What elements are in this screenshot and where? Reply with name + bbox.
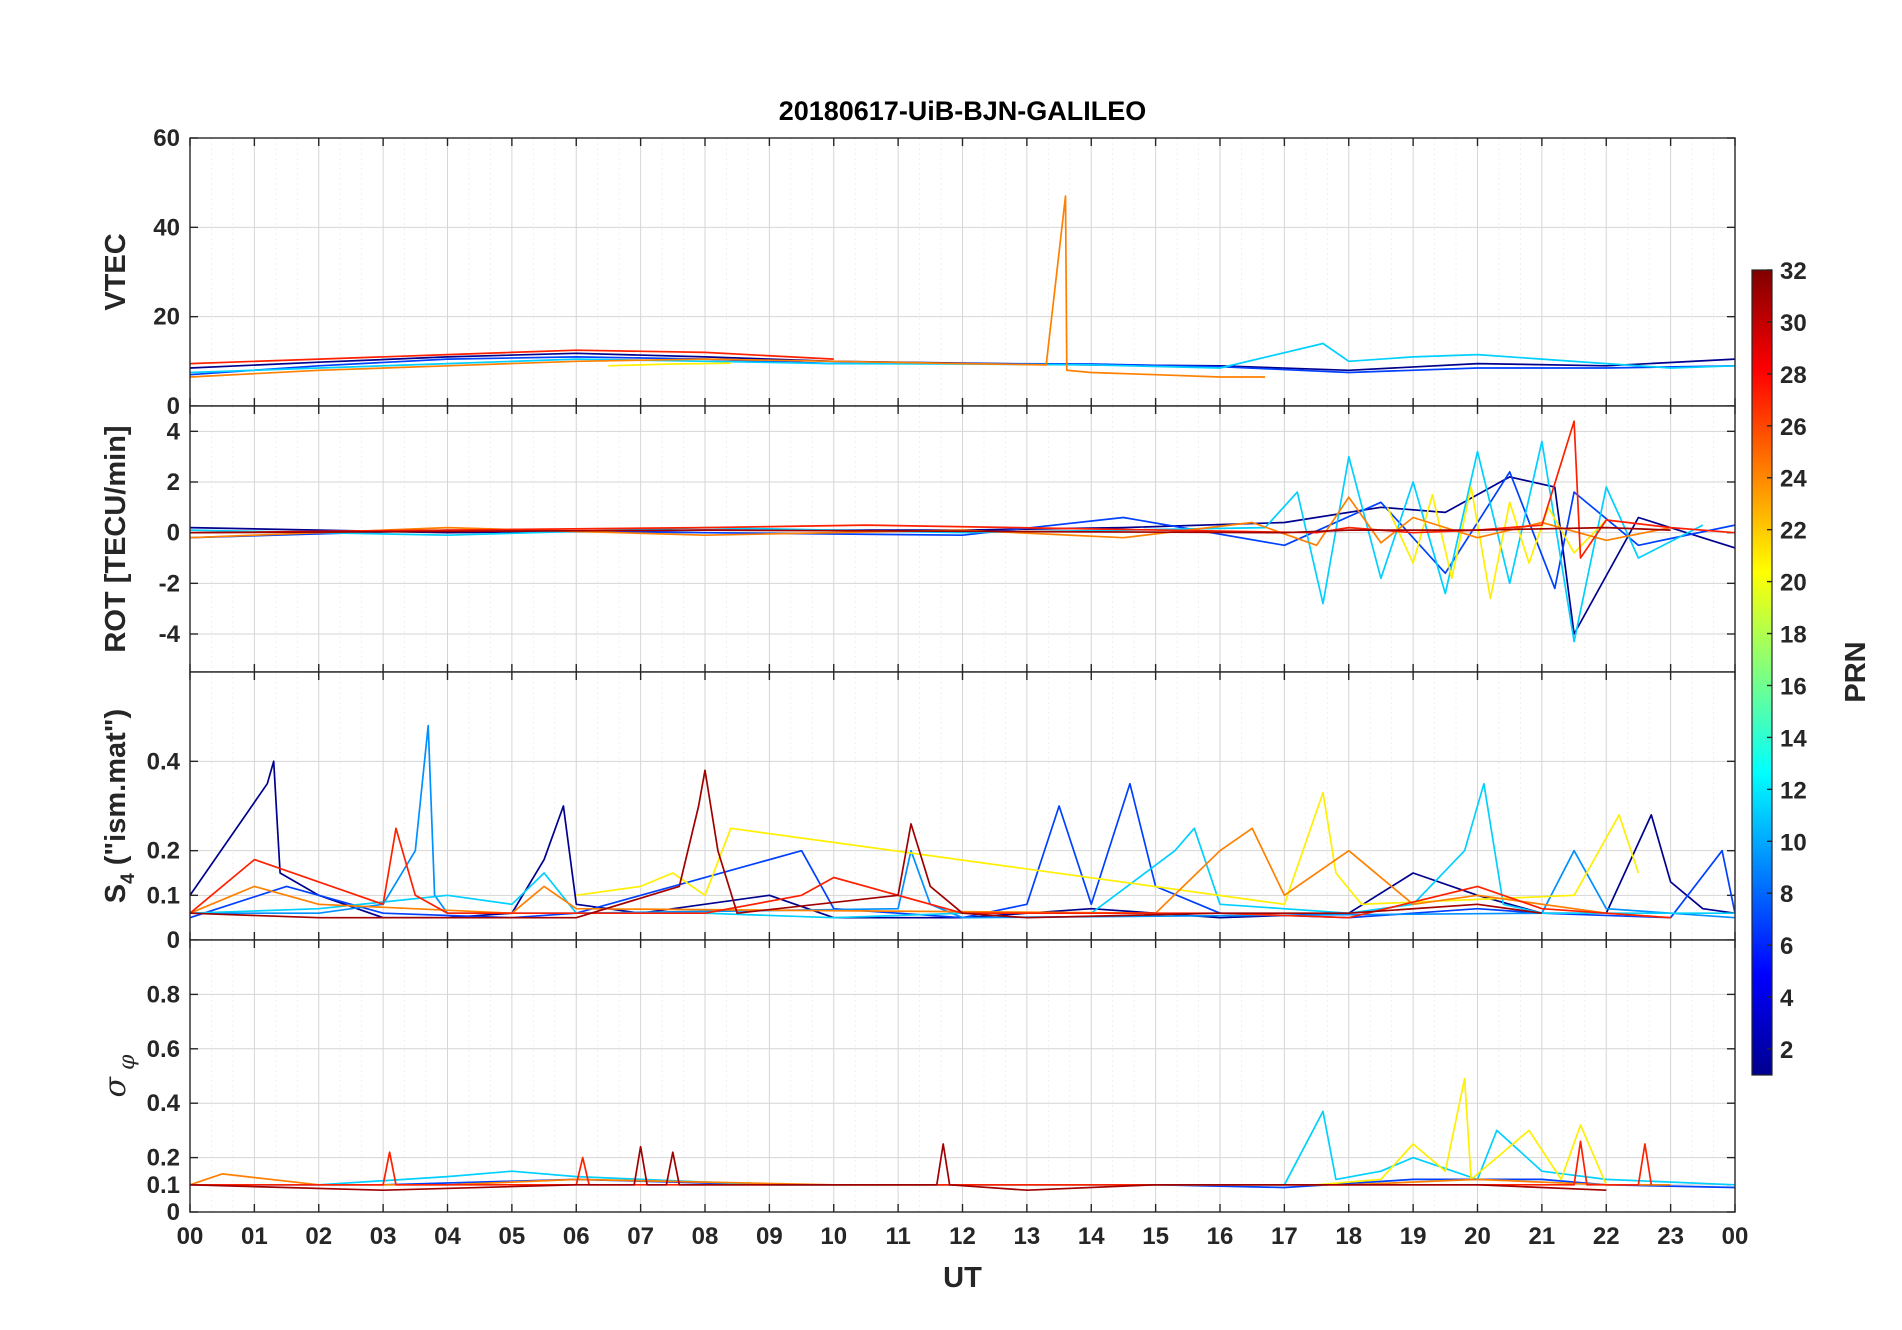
y-tick-label: 0.1 [147,882,180,909]
y-tick-label: 0.6 [147,1036,180,1063]
x-tick-label: 02 [305,1223,332,1250]
x-tick-label: 13 [1014,1223,1041,1250]
x-tick-label: 18 [1335,1223,1362,1250]
x-tick-label: 14 [1078,1223,1105,1250]
y-tick-label: -4 [159,621,181,648]
y-tick-label: -2 [159,570,180,597]
colorbar-tick-label: 4 [1780,985,1794,1012]
colorbar-tick-label: 2 [1780,1037,1793,1064]
y-tick-label: 2 [167,469,180,496]
x-tick-label: 23 [1657,1223,1684,1250]
x-tick-label: 15 [1142,1223,1169,1250]
y-axis-label: ROT [TECU/min] [100,425,132,652]
x-tick-label: 04 [434,1223,461,1250]
colorbar-tick-label: 16 [1780,673,1807,700]
y-tick-label: 0.4 [147,1090,181,1117]
x-tick-label: 19 [1400,1223,1427,1250]
x-tick-label: 21 [1529,1223,1556,1250]
colorbar-tick-label: 12 [1780,777,1807,804]
y-tick-label: 0.2 [147,838,180,865]
chart-title: 20180617-UiB-BJN-GALILEO [779,96,1147,126]
colorbar-tick-label: 32 [1780,258,1807,285]
colorbar-tick-label: 26 [1780,414,1807,441]
colorbar-tick-label: 6 [1780,933,1793,960]
y-tick-label: 4 [167,418,181,445]
colorbar-tick-label: 14 [1780,725,1807,752]
x-tick-label: 10 [820,1223,847,1250]
y-tick-labels: 00.10.2 0.4 0.6 0.8 [147,981,181,1226]
colorbar-tick-label: 20 [1780,570,1807,597]
x-tick-label: 09 [756,1223,783,1250]
y-tick-label: 0 [167,1199,180,1226]
panel-rot: -4 -2 0 2 4 ROT [TECU/min] [100,405,1736,673]
x-tick-label: 00 [177,1223,204,1250]
x-tick-label: 03 [370,1223,397,1250]
x-axis-label: UT [943,1262,982,1294]
colorbar-tick-label: 22 [1780,518,1807,545]
y-axis-label: S4 ("ism.mat") [100,709,139,903]
y-tick-labels: 0 20 40 60 [153,125,180,420]
y-tick-label: 0.2 [147,1145,180,1172]
colorbar-tick-label: 24 [1780,466,1807,493]
y-tick-labels: -4 -2 0 2 4 [159,418,181,648]
x-tick-label: 05 [499,1223,526,1250]
panel-vtec: 0 20 40 60 VTEC [100,125,1736,420]
panels: 0204060VTEC-4-2024ROT [TECU/min]00.10.20… [98,125,1736,1226]
figure-canvas: 20180617-UiB-BJN-GALILEO 0204060VTEC-4-2… [98,96,1872,1294]
panel-sigma_phi: 00.10.2 0.4 0.6 0.8 σ φ [98,939,1736,1226]
x-tick-labels: 00 01 02 03 04 05 06 07 08 09 10 11 12 13 14 15 16 17 18 19… [177,1223,1749,1250]
x-tick-label: 20 [1464,1223,1491,1250]
y-tick-label: 0.4 [147,748,181,775]
y-tick-labels: 0 0.1 0.2 0.4 [147,748,181,954]
x-tick-label: 06 [563,1223,590,1250]
x-axis: 00 01 02 03 04 05 06 07 08 09 10 11 12 13 14 15 16 17 18 19… [177,1223,1749,1294]
colorbar-tick-label: 8 [1780,881,1793,908]
x-tick-label: 17 [1271,1223,1298,1250]
y-tick-label: 20 [153,304,180,331]
x-tick-label: 07 [627,1223,654,1250]
colorbar: 2468101214161820222426283032 PRN [1751,258,1872,1076]
x-tick-label: 22 [1593,1223,1620,1250]
y-axis-label: VTEC [100,233,132,310]
colorbar-label: PRN [1840,641,1872,702]
y-tick-label: 0 [167,927,180,954]
colorbar-scale [1751,269,1773,1076]
x-tick-label: 01 [241,1223,268,1250]
colorbar-tick-label: 28 [1780,362,1807,389]
y-tick-label: 40 [153,214,180,241]
y-tick-label: 0 [167,393,180,420]
colorbar-tick-label: 30 [1780,310,1807,337]
colorbar-tick-labels: 2468101214161820222426283032 [1767,258,1807,1064]
y-tick-label: 60 [153,125,180,152]
y-axis-label: σ φ [98,1054,140,1097]
y-tick-label: 0.1 [147,1172,180,1199]
x-tick-label: 08 [692,1223,719,1250]
x-tick-label: 16 [1207,1223,1234,1250]
x-tick-label: 00 [1722,1223,1749,1250]
colorbar-tick-label: 18 [1780,622,1807,649]
y-tick-label: 0.8 [147,981,180,1008]
x-tick-label: 11 [885,1223,910,1250]
panel-s4: 0 0.1 0.2 0.4 S4 ("ism.mat") [100,671,1736,954]
x-tick-label: 12 [949,1223,976,1250]
colorbar-tick-label: 10 [1780,829,1807,856]
y-tick-label: 0 [167,520,180,547]
